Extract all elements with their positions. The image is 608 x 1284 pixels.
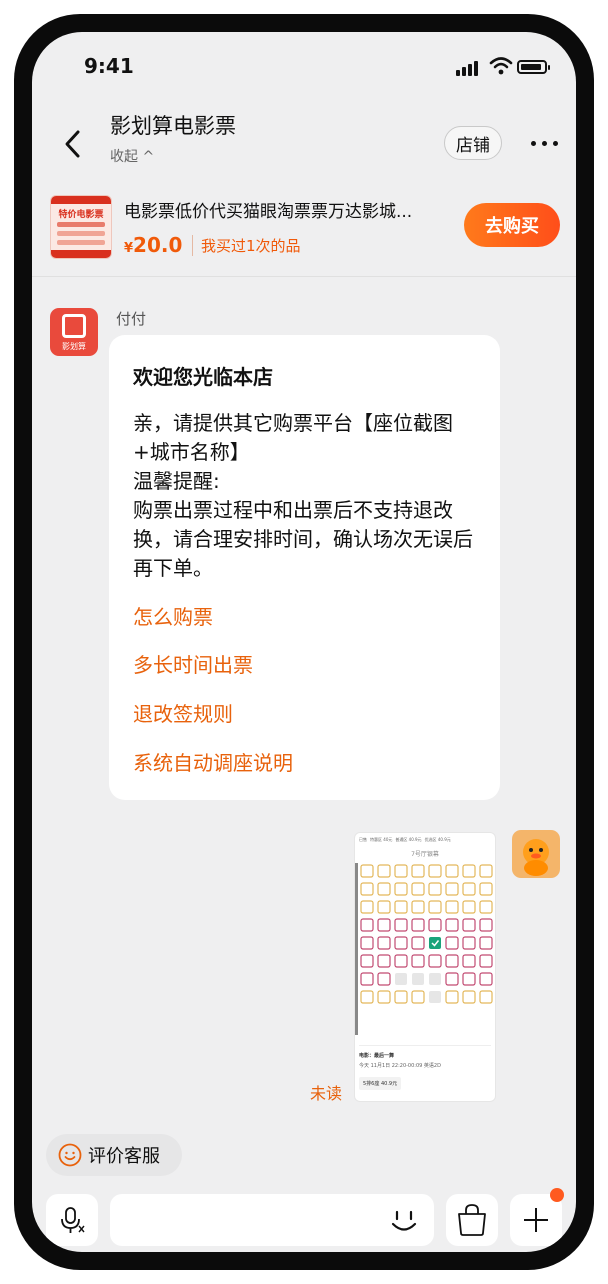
wifi-icon xyxy=(489,57,513,75)
product-title[interactable]: 电影票低价代买猫眼淘票票万达影城... xyxy=(124,197,454,222)
product-price: ¥20.0 xyxy=(124,233,182,257)
legend-sold: 已售 xyxy=(359,837,367,842)
welcome-message: 欢迎您光临本店 亲，请提供其它购票平台【座位截图+城市名称】 温馨提醒: 购票出… xyxy=(109,335,500,800)
battery-icon xyxy=(517,60,550,74)
thumbnail-caption: 特价电影票 xyxy=(58,210,104,220)
bot-avatar[interactable]: 影划算 xyxy=(50,308,98,356)
voice-input-button[interactable] xyxy=(46,1194,98,1246)
rate-service-button[interactable]: 评价客服 xyxy=(46,1134,182,1176)
legend-premium: 优选区 40.9元 xyxy=(424,837,451,842)
bot-avatar-text: 影划算 xyxy=(62,342,86,351)
rate-service-label: 评价客服 xyxy=(88,1146,160,1167)
welcome-title: 欢迎您光临本店 xyxy=(133,365,273,389)
unread-label: 未读 xyxy=(310,1084,343,1103)
notification-dot xyxy=(550,1188,564,1202)
smile-icon xyxy=(58,1143,82,1167)
voice-icon xyxy=(61,1207,85,1233)
price-symbol: ¥ xyxy=(124,241,134,256)
link-ticket-time[interactable]: 多长时间出票 xyxy=(133,649,253,678)
bot-avatar-logo xyxy=(62,314,86,338)
seat-grid xyxy=(355,863,493,1035)
phone-frame: 9:41 影划算电影票 收起 ^ 店铺 特价电影票 电影票低价代买猫眼淘票票万达… xyxy=(14,14,594,1270)
plus-icon xyxy=(524,1208,548,1232)
product-thumbnail[interactable]: 特价电影票 xyxy=(50,195,112,259)
bag-button[interactable] xyxy=(446,1194,498,1246)
link-seat-adjust[interactable]: 系统自动调座说明 xyxy=(133,747,293,776)
movie-line: 电影：最后一舞 xyxy=(359,1053,395,1059)
link-refund-rules[interactable]: 退改签规则 xyxy=(133,698,233,727)
buy-button[interactable]: 去购买 xyxy=(464,203,560,247)
legend-special: 特惠区 40元 xyxy=(370,837,393,842)
status-bar: 9:41 xyxy=(32,32,576,94)
order-info-card: 电影：最后一舞 今天 11月1日 22:20-00:09 英语2D 5排6座 4… xyxy=(359,1045,491,1101)
duck-mascot-icon xyxy=(523,839,549,876)
user-avatar[interactable] xyxy=(512,830,560,878)
emoji-icon[interactable] xyxy=(386,1202,422,1238)
time-line: 今天 11月1日 22:20-00:09 英语2D xyxy=(359,1063,441,1069)
legend-normal: 普通区 40.9元 xyxy=(395,837,422,842)
store-button[interactable]: 店铺 xyxy=(444,126,502,160)
hall-name: 7号厅银幕 xyxy=(411,851,439,858)
shop-name: 影划算电影票 xyxy=(110,114,236,138)
status-time: 9:41 xyxy=(84,54,134,78)
link-how-to-buy[interactable]: 怎么购票 xyxy=(133,601,213,630)
seat-legend: 已售 特惠区 40元 普通区 40.9元 优选区 40.9元 xyxy=(359,837,451,843)
more-dots-icon[interactable] xyxy=(528,126,562,160)
collapse-toggle[interactable]: 收起 ^ xyxy=(110,146,154,166)
seat-price-tag: 5排6座 40.9元 xyxy=(359,1077,402,1090)
product-banner[interactable]: 特价电影票 电影票低价代买猫眼淘票票万达影城... ¥20.0 我买过1次的品 … xyxy=(32,177,576,277)
bag-icon xyxy=(458,1204,486,1236)
plus-button[interactable] xyxy=(510,1194,562,1246)
sender-name: 付付 xyxy=(116,310,147,328)
welcome-body: 亲，请提供其它购票平台【座位截图+城市名称】 温馨提醒: 购票出票过程中和出票后… xyxy=(133,411,473,580)
seat-screenshot-image[interactable]: 已售 特惠区 40元 普通区 40.9元 优选区 40.9元 7号厅银幕 电影：… xyxy=(354,832,496,1102)
price-value: 20.0 xyxy=(133,233,183,257)
back-button[interactable] xyxy=(58,124,88,164)
chat-screen: 9:41 影划算电影票 收起 ^ 店铺 特价电影票 电影票低价代买猫眼淘票票万达… xyxy=(32,32,576,1252)
bought-note: 我买过1次的品 xyxy=(192,235,301,256)
